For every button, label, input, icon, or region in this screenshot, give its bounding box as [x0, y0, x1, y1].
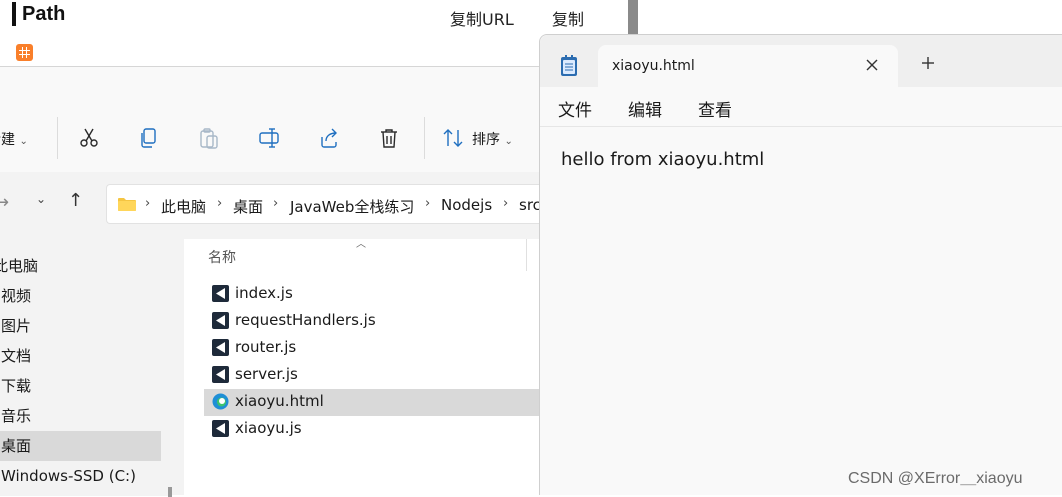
delete-icon: [381, 129, 397, 148]
file-row[interactable]: router.js: [204, 335, 560, 362]
sort-label: 排序: [472, 132, 500, 148]
file-row[interactable]: index.js: [204, 281, 560, 308]
sidebar-item-this-pc[interactable]: 此电脑: [0, 251, 153, 281]
tab-title: xiaoyu.html: [612, 58, 695, 74]
page-title: Path: [12, 2, 65, 26]
breadcrumb-separator-icon: ›: [273, 196, 279, 211]
edge-html-icon: [212, 393, 229, 410]
sidebar-item-downloads[interactable]: 下载: [0, 371, 161, 401]
chevron-down-icon: ⌄: [19, 136, 28, 147]
rename-button[interactable]: [256, 125, 282, 151]
copy-icon: [141, 128, 156, 148]
delete-button[interactable]: [376, 125, 402, 151]
sidebar-item-desktop[interactable]: 桌面: [0, 431, 161, 461]
notepad-tab[interactable]: xiaoyu.html: [598, 45, 898, 87]
copy-button[interactable]: 复制: [552, 6, 584, 30]
sidebar-item-c-drive[interactable]: Windows-SSD (C:): [0, 461, 161, 491]
notepad-icon: [561, 55, 577, 76]
toolbar-divider: [424, 117, 425, 159]
breadcrumb-item[interactable]: 此电脑: [161, 196, 206, 217]
toolbar-divider: [57, 117, 58, 159]
new-label: 新建: [0, 132, 15, 148]
close-icon[interactable]: [862, 55, 882, 75]
folder-icon: [118, 198, 136, 211]
cut-button[interactable]: [76, 125, 102, 151]
notepad-text-area[interactable]: hello from xiaoyu.html: [561, 149, 764, 170]
up-icon[interactable]: ↑: [68, 190, 83, 211]
file-explorer-window: 新建 ⌄: [0, 66, 560, 497]
breadcrumb-item[interactable]: 桌面: [233, 196, 263, 217]
add-tab-icon[interactable]: [918, 53, 938, 73]
menu-file[interactable]: 文件: [558, 96, 592, 121]
breadcrumb-item[interactable]: JavaWeb全栈练习: [290, 196, 414, 217]
js-file-icon: [212, 312, 229, 329]
sidebar-item-music[interactable]: 音乐: [0, 401, 161, 431]
sort-ascending-icon: ︿: [356, 239, 366, 250]
js-file-icon: [212, 285, 229, 302]
menu-edit[interactable]: 编辑: [628, 96, 662, 121]
breadcrumb-separator-icon: ›: [503, 196, 509, 211]
breadcrumb-separator-icon: ›: [425, 196, 431, 211]
file-row[interactable]: requestHandlers.js: [204, 308, 560, 335]
js-file-icon: [212, 366, 229, 383]
notepad-window: xiaoyu.html 文件 编辑 查看 hello from xiaoyu.h…: [539, 34, 1062, 495]
file-name: requestHandlers.js: [235, 311, 376, 329]
column-divider[interactable]: [526, 239, 527, 271]
file-name: xiaoyu.js: [235, 419, 302, 437]
share-icon: [321, 128, 337, 148]
js-file-icon: [212, 420, 229, 437]
breadcrumb-item[interactable]: src: [519, 196, 541, 214]
breadcrumb-item[interactable]: Nodejs: [441, 196, 492, 214]
sidebar-item-videos[interactable]: 视频: [0, 281, 161, 311]
new-button[interactable]: 新建 ⌄: [0, 129, 28, 149]
notepad-menu-bar: 文件 编辑 查看: [540, 87, 1062, 127]
explorer-toolbar: 新建 ⌄: [0, 67, 560, 172]
recent-chevron-icon[interactable]: ⌄: [36, 192, 46, 206]
share-button[interactable]: [316, 125, 342, 151]
notepad-tab-bar: xiaoyu.html: [540, 35, 1062, 87]
rename-icon: [259, 128, 279, 148]
sort-button[interactable]: [440, 125, 466, 151]
js-file-icon: [212, 339, 229, 356]
file-row[interactable]: xiaoyu.js: [204, 416, 560, 443]
sort-icon: [443, 129, 463, 147]
paste-icon: [200, 128, 218, 149]
file-name: router.js: [235, 338, 297, 356]
file-name: server.js: [235, 365, 298, 383]
copy-button[interactable]: [136, 125, 162, 151]
file-list: ︿ 名称 index.js requestHandlers.js router.…: [184, 239, 560, 496]
cut-icon: [80, 128, 98, 147]
sort-menu[interactable]: 排序 ⌄: [472, 129, 513, 149]
grid-icon[interactable]: [16, 44, 33, 61]
breadcrumb-separator-icon: ›: [145, 196, 151, 211]
breadcrumb-separator-icon: ›: [217, 196, 223, 211]
file-name: index.js: [235, 284, 293, 302]
sidebar-item-documents[interactable]: 文档: [0, 341, 161, 371]
watermark: CSDN @XError＿xiaoyu: [848, 470, 1023, 487]
file-row[interactable]: server.js: [204, 362, 560, 389]
chevron-down-icon: ⌄: [504, 136, 513, 147]
sidebar-item-pictures[interactable]: 图片: [0, 311, 161, 341]
column-header-name[interactable]: 名称: [208, 247, 236, 267]
navigation-pane: 此电脑 视频 图片 文档 下载 音乐 桌面 Windows-SSD (C:): [0, 239, 172, 497]
forward-icon[interactable]: →: [0, 192, 9, 213]
copy-url-button[interactable]: 复制URL: [450, 6, 514, 30]
file-name: xiaoyu.html: [235, 392, 324, 410]
menu-view[interactable]: 查看: [698, 96, 732, 121]
file-row-selected[interactable]: xiaoyu.html: [204, 389, 560, 416]
paste-button[interactable]: [196, 125, 222, 151]
navigation-row: → ⌄ ↑ › 此电脑 › 桌面 › JavaWeb全栈练习 › Nodejs …: [0, 172, 560, 238]
address-bar[interactable]: › 此电脑 › 桌面 › JavaWeb全栈练习 › Nodejs › src: [106, 184, 560, 224]
sidebar-scrollbar[interactable]: [168, 487, 172, 497]
